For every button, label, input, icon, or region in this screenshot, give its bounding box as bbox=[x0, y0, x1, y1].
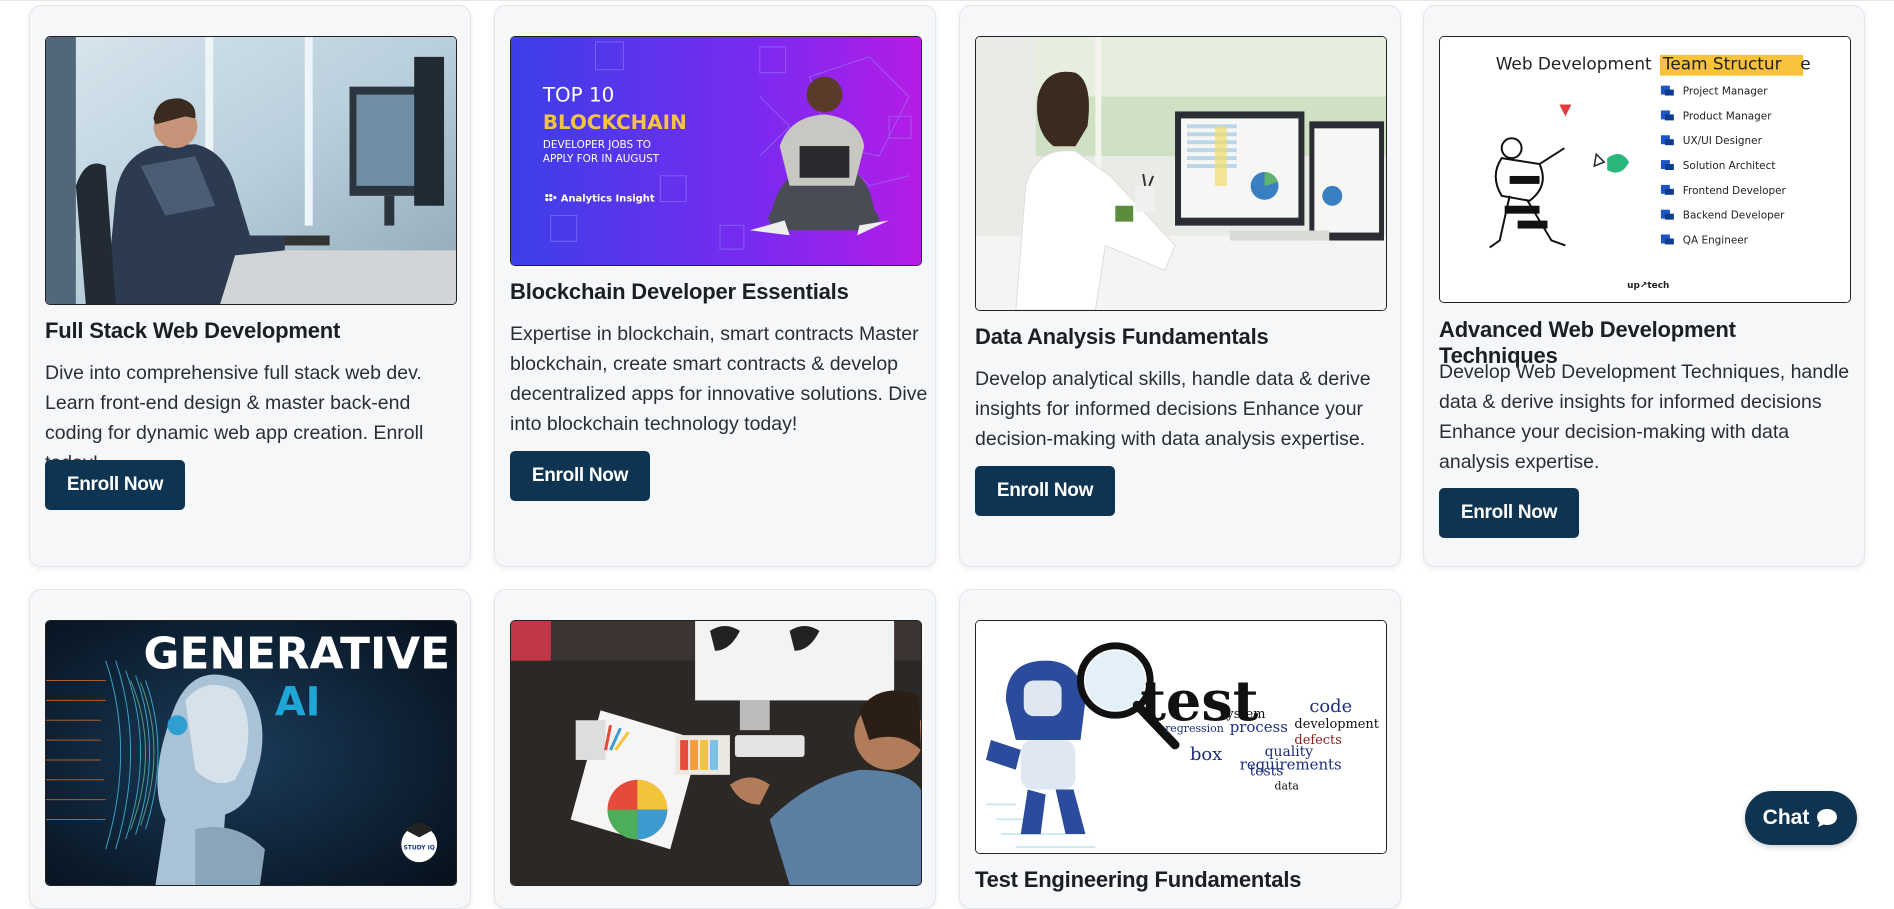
course-image-full-stack[interactable] bbox=[45, 36, 457, 305]
course-image-blockchain[interactable]: TOP 10 BLOCKCHAIN DEVELOPER JOBS TO APPL… bbox=[510, 36, 922, 266]
word-cloud-term: box bbox=[1190, 744, 1222, 765]
banner-text: DEVELOPER JOBS TO bbox=[543, 139, 651, 151]
course-description: Develop Web Development Techniques, hand… bbox=[1439, 361, 1850, 473]
course-card-advanced-web: Web Development Team Structur e Project … bbox=[1423, 5, 1865, 567]
brand-logo-text: STUDY IQ bbox=[403, 844, 434, 851]
brand-logo-text: Analytics Insight bbox=[561, 194, 655, 205]
course-title: Blockchain Developer Essentials bbox=[510, 279, 849, 304]
role-label: UX/UI Designer bbox=[1683, 135, 1763, 147]
role-label: Frontend Developer bbox=[1683, 185, 1787, 197]
enroll-now-button[interactable]: Enroll Now bbox=[45, 460, 185, 510]
course-title: Data Analysis Fundamentals bbox=[975, 324, 1269, 349]
course-image-generative-ai[interactable]: GENERATIVE AI STUDY IQ bbox=[45, 620, 457, 886]
infographic-heading: Web Development bbox=[1496, 54, 1652, 74]
role-label: Project Manager bbox=[1683, 86, 1768, 98]
banner-text: TOP 10 bbox=[542, 83, 614, 106]
enroll-now-button[interactable]: Enroll Now bbox=[1439, 488, 1579, 538]
course-title: Full Stack Web Development bbox=[45, 318, 341, 343]
enroll-now-button[interactable]: Enroll Now bbox=[510, 451, 650, 501]
role-icon-shadow bbox=[1664, 213, 1674, 220]
course-image-advanced-web[interactable]: Web Development Team Structur e Project … bbox=[1439, 36, 1851, 303]
word-cloud-term: data bbox=[1275, 780, 1300, 793]
course-image-design[interactable] bbox=[510, 620, 922, 886]
role-icon-shadow bbox=[1664, 164, 1674, 170]
word-cloud-term: development bbox=[1294, 717, 1379, 732]
role-label: QA Engineer bbox=[1683, 234, 1749, 246]
course-title: Test Engineering Fundamentals bbox=[975, 867, 1302, 892]
word-cloud-term: defects bbox=[1294, 733, 1341, 748]
word-cloud-term: system bbox=[1220, 707, 1266, 722]
role-icon-shadow bbox=[1664, 114, 1674, 121]
course-card-generative-ai: GENERATIVE AI STUDY IQ bbox=[29, 589, 471, 909]
course-card-design bbox=[494, 589, 936, 909]
banner-text: APPLY FOR IN AUGUST bbox=[543, 153, 660, 165]
role-label: Product Manager bbox=[1683, 110, 1772, 122]
infographic-heading: e bbox=[1800, 54, 1810, 74]
svg-text:Web Development: Web Development bbox=[1496, 54, 1652, 74]
banner-text: AI bbox=[275, 679, 321, 725]
chat-label: Chat bbox=[1762, 806, 1810, 829]
role-icon-shadow bbox=[1664, 188, 1674, 195]
word-cloud-term: code bbox=[1309, 696, 1352, 717]
banner-text: BLOCKCHAIN bbox=[543, 111, 687, 134]
role-label: Backend Developer bbox=[1683, 210, 1785, 222]
brand-logo-text: up↗tech bbox=[1627, 281, 1669, 291]
course-card-data-analysis: Data Analysis Fundamentals Develop analy… bbox=[959, 5, 1401, 567]
enroll-now-button[interactable]: Enroll Now bbox=[975, 466, 1115, 516]
chat-bubble-icon bbox=[1815, 808, 1839, 828]
course-card-blockchain: TOP 10 BLOCKCHAIN DEVELOPER JOBS TO APPL… bbox=[494, 5, 936, 567]
course-description: Develop analytical skills, handle data &… bbox=[975, 368, 1371, 450]
role-icon-shadow bbox=[1664, 139, 1674, 146]
role-label: Solution Architect bbox=[1683, 160, 1776, 172]
page-divider bbox=[0, 0, 1894, 1]
banner-text: GENERATIVE bbox=[144, 629, 451, 680]
chat-button[interactable]: Chat bbox=[1745, 791, 1857, 845]
role-icon-shadow bbox=[1664, 89, 1674, 96]
course-image-test-engineering[interactable]: test code requirements process development sy… bbox=[975, 620, 1387, 854]
course-card-full-stack: Full Stack Web Development Dive into com… bbox=[29, 5, 471, 567]
course-image-data-analysis[interactable] bbox=[975, 36, 1387, 311]
course-card-test-engineering: test code requirements process development sy… bbox=[959, 589, 1401, 909]
course-description: Expertise in blockchain, smart contracts… bbox=[510, 323, 928, 435]
role-icon-shadow bbox=[1664, 238, 1674, 245]
word-cloud-term: regression bbox=[1165, 722, 1224, 735]
infographic-heading-highlight: Team Structur bbox=[1662, 54, 1782, 74]
word-cloud-term: tests bbox=[1250, 764, 1284, 780]
